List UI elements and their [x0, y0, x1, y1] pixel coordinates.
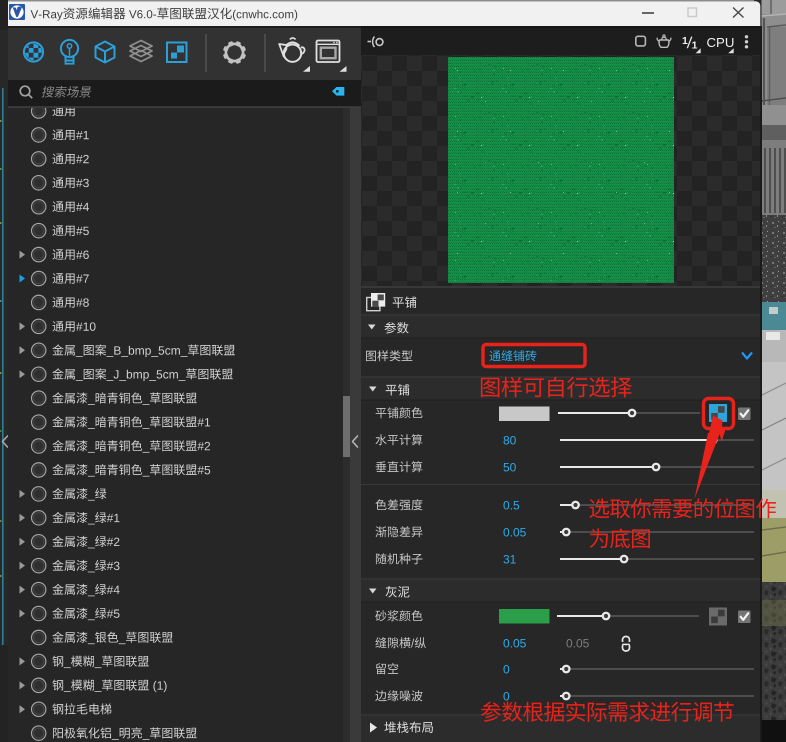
svg-text:0.05: 0.05: [503, 525, 527, 539]
svg-text:1: 1: [692, 40, 698, 52]
svg-text:1: 1: [682, 35, 688, 47]
svg-text:0.5: 0.5: [503, 498, 520, 512]
svg-text:80: 80: [503, 433, 517, 447]
svg-text:0: 0: [503, 662, 510, 676]
svg-text:CPU: CPU: [707, 35, 735, 50]
svg-text:0: 0: [503, 689, 510, 703]
svg-text:50: 50: [503, 460, 517, 474]
svg-text:0.05: 0.05: [566, 636, 590, 650]
svg-text:31: 31: [503, 552, 517, 566]
svg-text:0.05: 0.05: [503, 636, 527, 650]
